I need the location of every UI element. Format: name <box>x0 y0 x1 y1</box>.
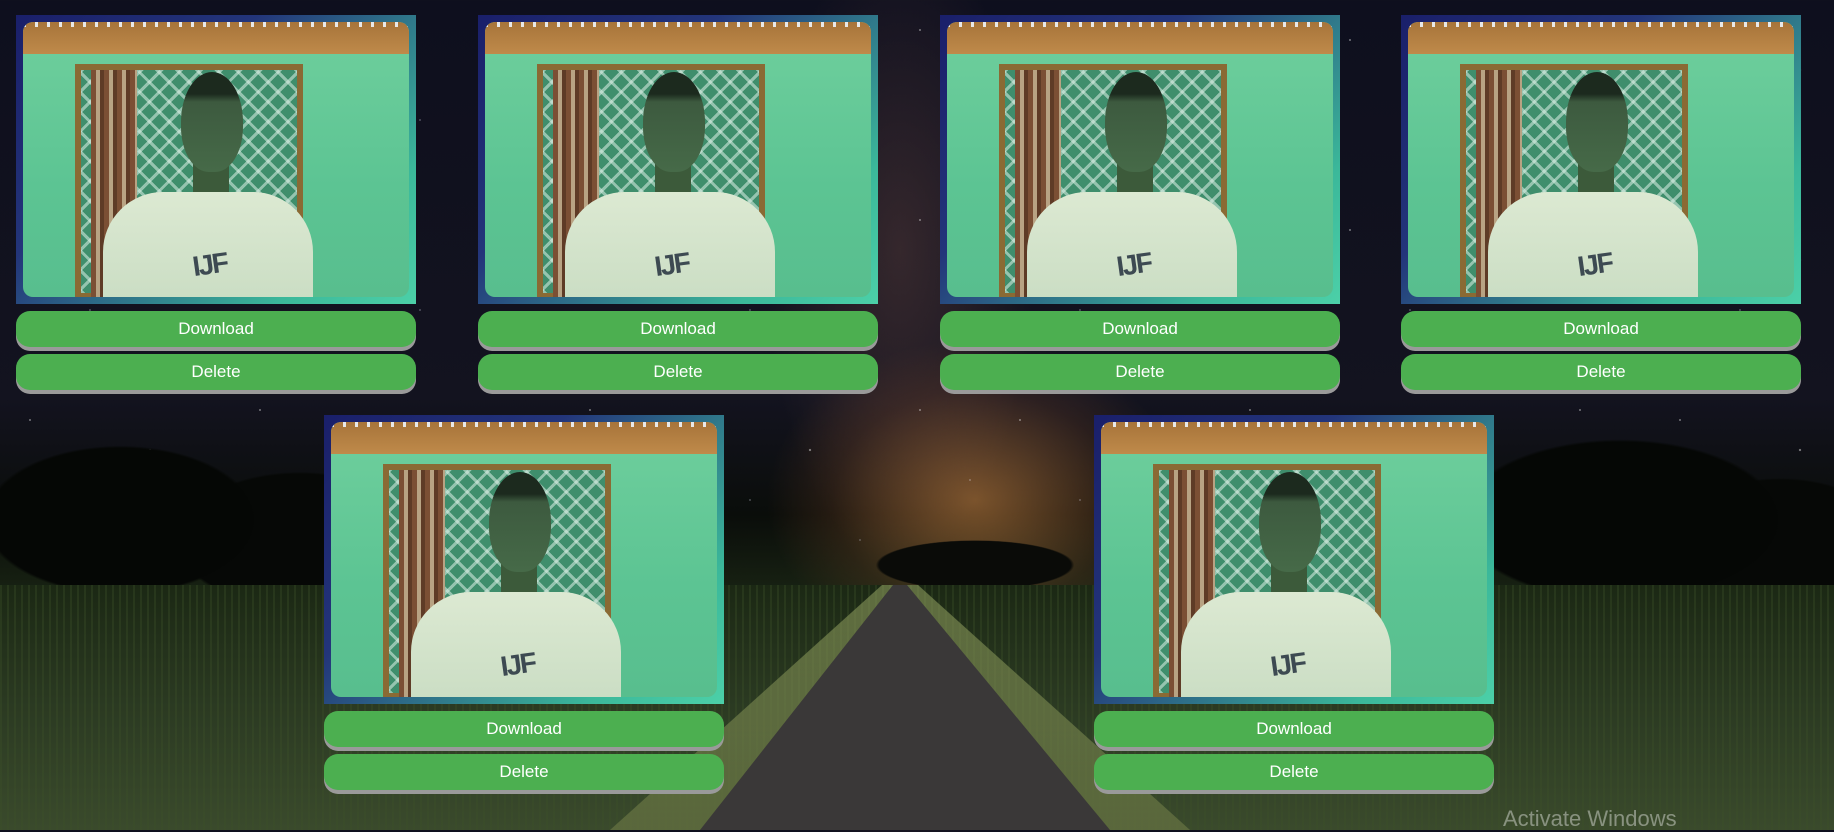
snapshot-card: IJF Download Delete <box>1094 415 1494 790</box>
snapshot-frame: IJF <box>478 15 878 304</box>
delete-button[interactable]: Delete <box>1094 754 1494 790</box>
webcam-snapshot-image: IJF <box>331 422 717 697</box>
activate-windows-watermark: Activate Windows <box>1503 806 1677 831</box>
snapshot-card: IJF Download Delete <box>324 415 724 790</box>
snapshot-card: IJF Download Delete <box>16 15 416 390</box>
snapshot-frame: IJF <box>324 415 724 704</box>
delete-button[interactable]: Delete <box>16 354 416 390</box>
snapshot-card: IJF Download Delete <box>940 15 1340 390</box>
background-trees <box>0 400 1834 600</box>
snapshot-card: IJF Download Delete <box>1401 15 1801 390</box>
delete-button[interactable]: Delete <box>324 754 724 790</box>
snapshot-frame: IJF <box>1094 415 1494 704</box>
webcam-snapshot-image: IJF <box>23 22 409 297</box>
webcam-snapshot-image: IJF <box>1408 22 1794 297</box>
snapshot-frame: IJF <box>940 15 1340 304</box>
download-button[interactable]: Download <box>324 711 724 747</box>
webcam-snapshot-image: IJF <box>485 22 871 297</box>
download-button[interactable]: Download <box>940 311 1340 347</box>
download-button[interactable]: Download <box>478 311 878 347</box>
download-button[interactable]: Download <box>16 311 416 347</box>
download-button[interactable]: Download <box>1401 311 1801 347</box>
snapshot-frame: IJF <box>1401 15 1801 304</box>
delete-button[interactable]: Delete <box>478 354 878 390</box>
snapshot-frame: IJF <box>16 15 416 304</box>
delete-button[interactable]: Delete <box>940 354 1340 390</box>
webcam-snapshot-image: IJF <box>1101 422 1487 697</box>
download-button[interactable]: Download <box>1094 711 1494 747</box>
webcam-snapshot-image: IJF <box>947 22 1333 297</box>
delete-button[interactable]: Delete <box>1401 354 1801 390</box>
snapshot-card: IJF Download Delete <box>478 15 878 390</box>
